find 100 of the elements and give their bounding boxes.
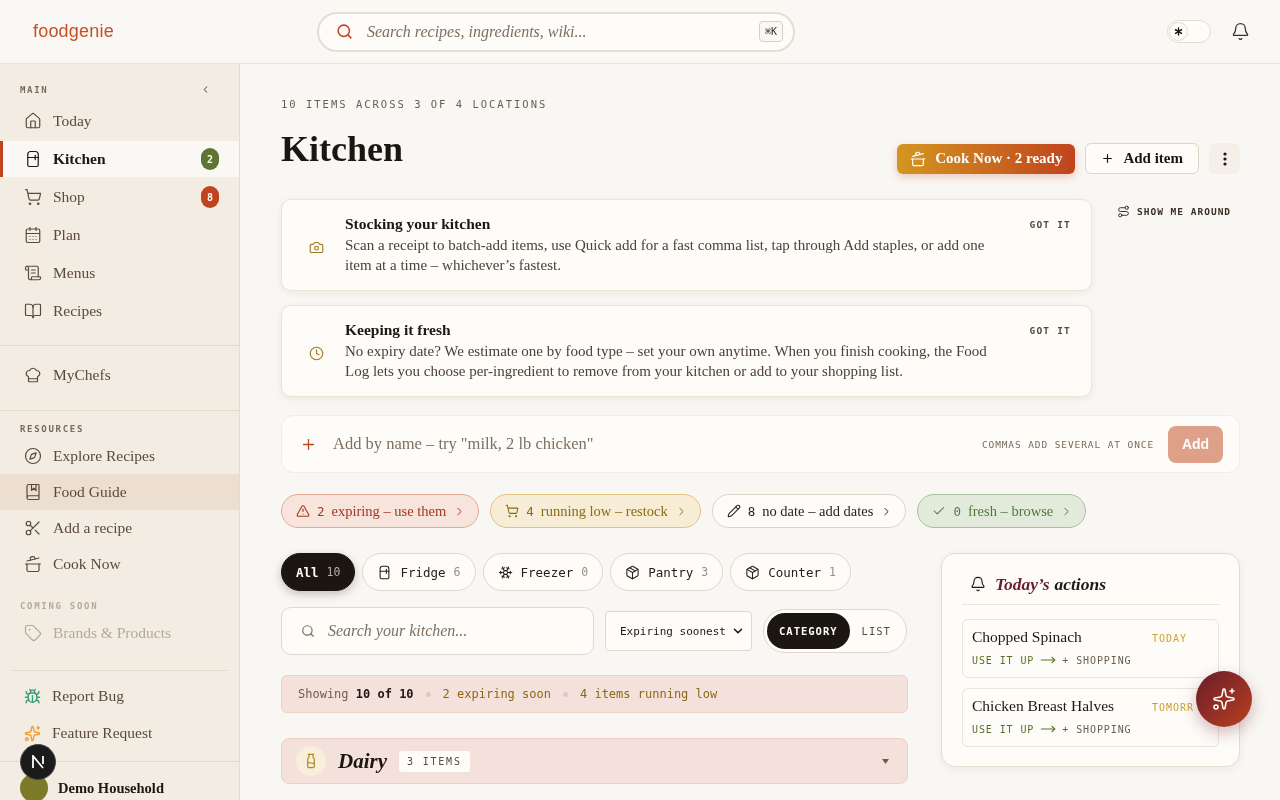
more-icon bbox=[1222, 151, 1227, 166]
status-chip[interactable]: 4 running low – restock bbox=[490, 494, 701, 528]
chef-hat-icon bbox=[24, 366, 42, 384]
section-label: RESOURCES bbox=[20, 424, 85, 434]
sidebar-item[interactable]: Explore Recipes bbox=[0, 438, 239, 474]
sidebar-item[interactable]: Menus bbox=[0, 255, 239, 291]
bell-icon bbox=[1231, 22, 1250, 41]
view-option[interactable]: LIST bbox=[849, 613, 903, 649]
sidebar-link[interactable]: Feature Request bbox=[0, 715, 239, 751]
tip-text: No expiry date? We estimate one by food type – set your own anytime. When you finish cooking, the Food Log lets you choose per-ingredient to remove from your kitchen or add to your shopping list. bbox=[345, 342, 988, 381]
logo[interactable]: foodgenie bbox=[33, 21, 114, 42]
status-chip[interactable]: 8 no date – add dates bbox=[711, 494, 907, 528]
plus-icon bbox=[1101, 152, 1115, 165]
theme-toggle[interactable] bbox=[1167, 20, 1211, 43]
household-name[interactable]: Demo Household bbox=[58, 779, 164, 797]
tip-title: Stocking your kitchen bbox=[345, 214, 492, 234]
sidebar-item[interactable]: Recipes bbox=[0, 293, 239, 329]
item-count: 3 ITEMS bbox=[399, 750, 470, 772]
status-chip[interactable]: 2 expiring – use them bbox=[281, 494, 480, 528]
sidebar-link[interactable]: Report Bug bbox=[0, 678, 239, 714]
sidebar-item[interactable]: Today bbox=[0, 103, 239, 139]
cart-icon bbox=[505, 504, 520, 518]
summary-note[interactable]: 2 expiring soon bbox=[442, 687, 551, 701]
status-chip[interactable]: 0 fresh – browse bbox=[917, 494, 1087, 528]
sidebar-item[interactable]: MyChefs bbox=[0, 357, 239, 393]
bug-icon bbox=[24, 687, 41, 705]
item-name: Chicken Breast Halves bbox=[972, 697, 1115, 715]
fridge-icon bbox=[24, 150, 42, 168]
separator-dot-icon bbox=[425, 691, 431, 697]
dismiss-button[interactable]: GOT IT bbox=[1029, 325, 1071, 336]
quick-add-hint: COMMAS ADD SEVERAL AT ONCE bbox=[981, 438, 1154, 450]
count-badge: 2 bbox=[201, 148, 219, 170]
show-me-around-link[interactable]: SHOW ME AROUND bbox=[1117, 205, 1232, 218]
use-it-up-link[interactable]: USE IT UP bbox=[972, 723, 1035, 735]
item-name: Chopped Spinach bbox=[972, 628, 1082, 646]
summary-note[interactable]: 4 items running low bbox=[579, 687, 718, 701]
snowflake-icon bbox=[497, 564, 513, 580]
scissors-icon bbox=[24, 519, 42, 537]
shortcut-key: ⌘K bbox=[758, 21, 783, 42]
sidebar-item[interactable]: Cook Now bbox=[0, 546, 239, 582]
sidebar-item[interactable]: Add a recipe bbox=[0, 510, 239, 546]
count-badge: 8 bbox=[201, 186, 219, 208]
cart-icon bbox=[24, 188, 42, 206]
notifications-button[interactable] bbox=[1231, 22, 1250, 41]
caret-icon bbox=[882, 758, 889, 764]
kitchen-search-input[interactable]: Search your kitchen... bbox=[326, 621, 577, 641]
pencil-icon bbox=[726, 504, 741, 518]
asterisk-icon bbox=[1169, 22, 1188, 41]
search-icon bbox=[301, 624, 315, 638]
dismiss-button[interactable]: GOT IT bbox=[1029, 219, 1071, 230]
box-icon bbox=[745, 564, 761, 580]
section-label: COMING SOON bbox=[20, 601, 99, 611]
location-tab[interactable]: All 10 bbox=[281, 553, 356, 591]
search-icon bbox=[336, 23, 353, 40]
cook-now-button[interactable]: Cook Now · 2 ready bbox=[897, 143, 1076, 174]
add-to-shopping-link[interactable]: + SHOPPING bbox=[1062, 723, 1132, 735]
calendar-icon bbox=[24, 226, 42, 244]
clock-icon bbox=[309, 346, 324, 361]
sidebar-item[interactable]: Shop 8 bbox=[0, 179, 239, 215]
due-label: TOMORR bbox=[1152, 702, 1195, 713]
use-it-up-link[interactable]: USE IT UP bbox=[972, 654, 1035, 666]
category-name: Dairy bbox=[338, 748, 387, 774]
camera-icon bbox=[309, 240, 324, 255]
more-button[interactable] bbox=[1209, 143, 1240, 174]
card-title: Today’s actions bbox=[995, 573, 1106, 595]
home-icon bbox=[24, 112, 42, 130]
fridge-icon bbox=[377, 564, 393, 580]
view-option[interactable]: CATEGORY bbox=[767, 613, 850, 649]
scroll-icon bbox=[24, 264, 42, 282]
kitchen-search-field[interactable]: Search your kitchen... bbox=[281, 607, 594, 655]
compass-icon bbox=[24, 447, 42, 465]
showing-count: Showing 10 of 10 bbox=[298, 687, 414, 701]
sidebar-item[interactable]: Plan bbox=[0, 217, 239, 253]
sidebar-item[interactable]: Food Guide bbox=[0, 474, 239, 510]
add-to-shopping-link[interactable]: + SHOPPING bbox=[1062, 654, 1132, 666]
warning-icon bbox=[296, 504, 310, 518]
pot-icon bbox=[910, 150, 927, 167]
items-summary: 10 ITEMS ACROSS 3 OF 4 LOCATIONS bbox=[281, 97, 549, 111]
open-book-icon bbox=[24, 302, 42, 320]
bookmarked-book-icon bbox=[24, 483, 42, 501]
search-input[interactable]: Search recipes, ingredients, wiki... bbox=[365, 21, 747, 42]
sparkle-icon bbox=[24, 724, 41, 742]
separator-dot-icon bbox=[562, 691, 568, 697]
add-item-input[interactable]: Add by name – try "milk, 2 lb chicken" bbox=[331, 433, 968, 455]
location-tab[interactable]: Freezer 0 bbox=[482, 553, 604, 591]
global-search-field[interactable]: Search recipes, ingredients, wiki... ⌘K bbox=[317, 11, 795, 52]
pot-icon bbox=[24, 555, 42, 573]
location-tab[interactable]: Pantry 3 bbox=[610, 553, 724, 591]
location-tab[interactable]: Counter 1 bbox=[730, 553, 851, 591]
category-header[interactable]: Dairy 3 ITEMS bbox=[281, 738, 908, 784]
add-item-button[interactable]: Add item bbox=[1085, 143, 1199, 174]
check-icon bbox=[932, 504, 947, 518]
route-icon bbox=[1117, 205, 1130, 218]
sparkle-icon bbox=[1212, 687, 1236, 711]
tip-title: Keeping it fresh bbox=[345, 320, 452, 340]
sort-dropdown[interactable]: Expiring soonest bbox=[605, 611, 752, 651]
page-title: Kitchen bbox=[281, 128, 403, 171]
tag-icon bbox=[24, 624, 42, 642]
sidebar-item[interactable]: Kitchen 2 bbox=[0, 141, 239, 177]
location-tab[interactable]: Fridge 6 bbox=[362, 553, 476, 591]
